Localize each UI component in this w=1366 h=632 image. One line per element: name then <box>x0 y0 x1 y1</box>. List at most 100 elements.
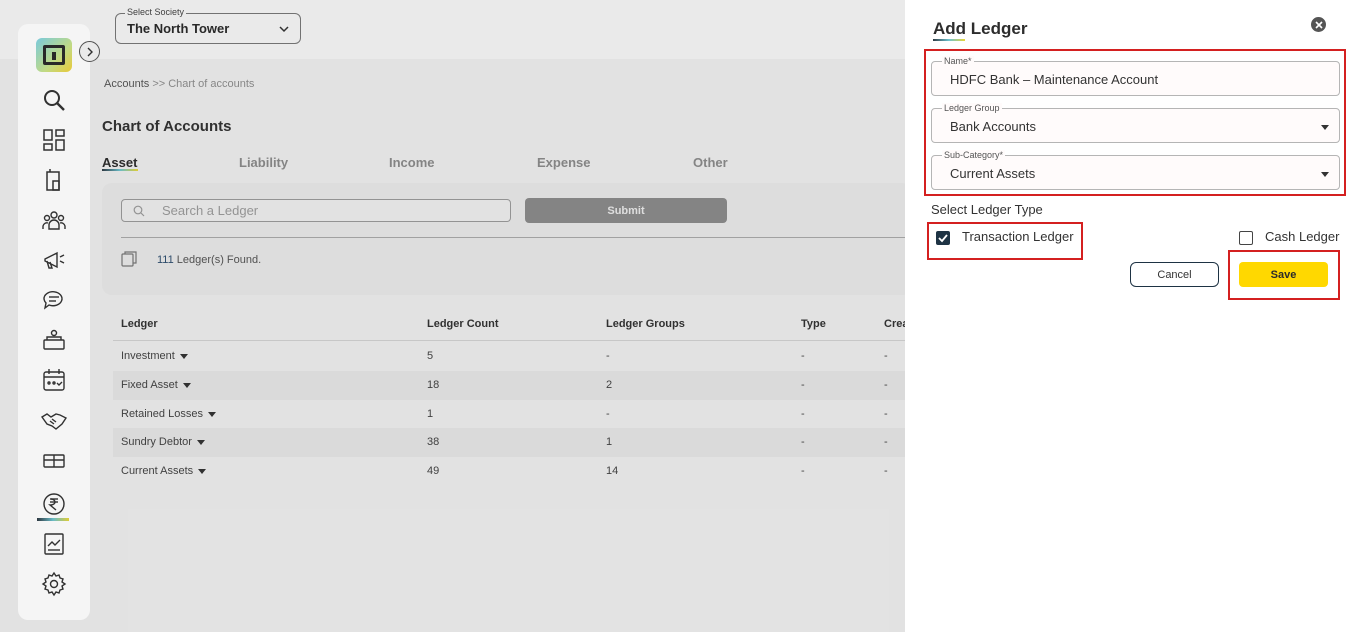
drawer-title: Add Ledger <box>933 19 1028 38</box>
sidebar-toggle-button[interactable] <box>79 41 100 62</box>
name-field-label: Name* <box>942 56 974 66</box>
ledger-groups-cell: - <box>606 350 610 362</box>
caret-down-icon[interactable] <box>198 468 207 474</box>
submit-button[interactable]: Submit <box>525 198 727 223</box>
close-icon <box>1314 20 1323 29</box>
active-nav-indicator <box>37 518 69 521</box>
ledger-search-input[interactable] <box>162 202 502 219</box>
cash-ledger-label[interactable]: Cash Ledger <box>1265 229 1339 244</box>
column-header-ledger-groups[interactable]: Ledger Groups <box>606 318 685 330</box>
caret-down-icon[interactable] <box>207 411 216 417</box>
ledger-found-count: 111 <box>157 254 174 266</box>
members-icon[interactable] <box>40 206 68 234</box>
sub-category-label: Sub-Category* <box>942 150 1006 160</box>
divider <box>121 237 912 238</box>
ledger-group-label: Ledger Group <box>942 103 1002 113</box>
tab-expense[interactable]: Expense <box>537 155 590 170</box>
handshake-icon[interactable] <box>40 406 68 434</box>
ledger-group-value: Bank Accounts <box>950 119 1036 134</box>
gift-icon[interactable] <box>40 446 68 474</box>
name-field[interactable]: Name* HDFC Bank – Maintenance Account <box>931 56 1340 96</box>
building-icon[interactable] <box>40 166 68 194</box>
title-underline <box>933 39 965 41</box>
ledger-found-text: 111 Ledger(s) Found. <box>157 254 261 266</box>
page-title: Chart of Accounts <box>102 118 232 135</box>
ledger-count-cell: 5 <box>427 350 434 362</box>
name-field-value: HDFC Bank – Maintenance Account <box>950 72 1159 87</box>
announcement-icon[interactable] <box>40 246 68 274</box>
checkmark-icon <box>938 234 948 243</box>
column-header-ledger[interactable]: Ledger <box>121 318 158 330</box>
caret-down-icon[interactable] <box>179 353 188 359</box>
caret-down-icon[interactable] <box>182 382 191 388</box>
ledger-groups-cell: - <box>606 408 610 420</box>
ledger-name-cell[interactable]: Retained Losses <box>121 408 216 420</box>
transaction-ledger-checkbox[interactable] <box>936 231 950 245</box>
caret-down-icon <box>1321 125 1329 130</box>
settings-icon[interactable] <box>40 570 68 598</box>
rupee-icon[interactable] <box>40 490 68 518</box>
app-logo[interactable] <box>36 38 72 72</box>
ledger-name-cell[interactable]: Fixed Asset <box>121 379 191 391</box>
sub-category-value: Current Assets <box>950 166 1036 181</box>
amenities-icon[interactable] <box>40 326 68 354</box>
created-cell: - <box>884 350 888 362</box>
dashboard-icon[interactable] <box>40 126 68 154</box>
table-row[interactable]: Retained Losses 1 - - - <box>113 400 905 429</box>
type-cell: - <box>801 436 805 448</box>
tab-asset[interactable]: Asset <box>102 155 137 170</box>
save-button[interactable]: Save <box>1239 262 1328 287</box>
cash-ledger-checkbox[interactable] <box>1239 231 1253 245</box>
sub-category-select[interactable]: Sub-Category* Current Assets <box>931 150 1340 190</box>
ledger-count-cell: 18 <box>427 379 440 391</box>
table-row[interactable]: Sundry Debtor 38 1 - - <box>113 428 905 457</box>
type-cell: - <box>801 350 805 362</box>
table-row[interactable]: Investment 5 - - - <box>113 342 905 371</box>
chevron-right-icon <box>87 47 93 56</box>
ledger-name-cell[interactable]: Current Assets <box>121 465 207 477</box>
type-cell: - <box>801 379 805 391</box>
created-cell: - <box>884 436 888 448</box>
society-select-value: The North Tower <box>127 21 230 36</box>
reports-icon[interactable] <box>40 530 68 558</box>
breadcrumb: Accounts >> Chart of accounts <box>104 78 254 90</box>
ledger-search-box[interactable] <box>121 199 511 222</box>
column-header-type[interactable]: Type <box>801 318 826 330</box>
ledger-groups-cell: 1 <box>606 436 613 448</box>
tab-liability[interactable]: Liability <box>239 155 288 170</box>
transaction-ledger-label[interactable]: Transaction Ledger <box>962 229 1074 244</box>
table-row[interactable]: Fixed Asset 18 2 - - <box>113 371 905 400</box>
filter-card: Submit 111 Ledger(s) Found. <box>102 183 912 295</box>
add-ledger-drawer: Add Ledger Name* HDFC Bank – Maintenance… <box>905 0 1366 632</box>
type-cell: - <box>801 408 805 420</box>
active-tab-indicator <box>102 169 138 171</box>
tab-income[interactable]: Income <box>389 155 435 170</box>
chat-icon[interactable] <box>40 286 68 314</box>
ledger-count-cell: 1 <box>427 408 434 420</box>
ledger-count-cell: 38 <box>427 436 440 448</box>
breadcrumb-accounts[interactable]: Accounts <box>104 78 149 90</box>
ledger-name-cell[interactable]: Investment <box>121 350 188 362</box>
search-icon <box>133 205 145 217</box>
cancel-button[interactable]: Cancel <box>1130 262 1219 287</box>
ledger-groups-cell: 2 <box>606 379 613 391</box>
created-cell: - <box>884 408 888 420</box>
tab-other[interactable]: Other <box>693 155 728 170</box>
ledger-group-select[interactable]: Ledger Group Bank Accounts <box>931 103 1340 143</box>
table-row[interactable]: Current Assets 49 14 - - <box>113 457 905 486</box>
calendar-icon[interactable] <box>40 366 68 394</box>
close-button[interactable] <box>1311 17 1326 32</box>
column-header-ledger-count[interactable]: Ledger Count <box>427 318 499 330</box>
search-icon[interactable] <box>40 86 68 114</box>
caret-down-icon[interactable] <box>196 439 205 445</box>
table-header-divider <box>113 340 905 341</box>
ledger-type-label: Select Ledger Type <box>931 202 1043 217</box>
sidebar <box>18 24 90 620</box>
ledger-groups-cell: 14 <box>606 465 619 477</box>
ledger-name-cell[interactable]: Sundry Debtor <box>121 436 205 448</box>
society-select[interactable]: Select Society The North Tower <box>115 7 301 44</box>
copy-icon[interactable] <box>121 251 137 267</box>
created-cell: - <box>884 465 888 477</box>
ledger-count-cell: 49 <box>427 465 440 477</box>
breadcrumb-chart-of-accounts: >> Chart of accounts <box>152 78 255 90</box>
